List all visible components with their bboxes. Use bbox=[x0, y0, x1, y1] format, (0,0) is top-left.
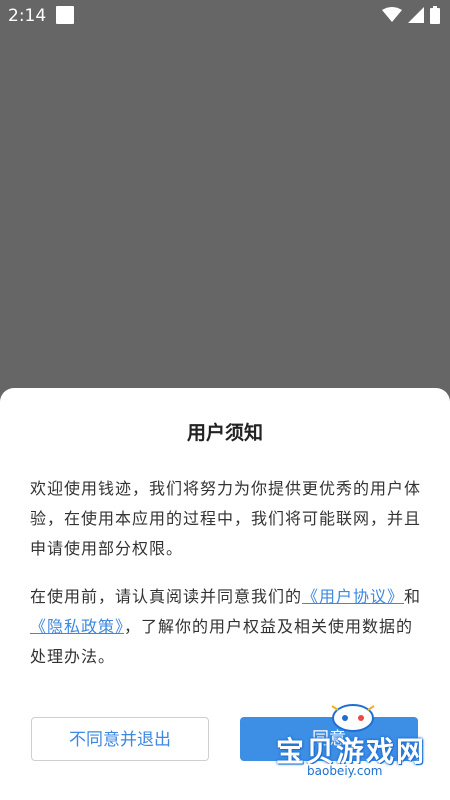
user-agreement-link[interactable]: 《用户协议》 bbox=[302, 587, 404, 606]
status-time: 2:14 bbox=[8, 6, 47, 26]
watermark-logo: 宝贝游戏网 baobeiy.com bbox=[268, 700, 438, 788]
notification-icon bbox=[56, 6, 74, 24]
wifi-icon bbox=[382, 7, 402, 22]
watermark-url: baobeiy.com bbox=[304, 764, 386, 778]
disagree-exit-button[interactable]: 不同意并退出 bbox=[31, 717, 209, 761]
agreement-and: 和 bbox=[404, 587, 422, 606]
status-bar: 2:14 bbox=[0, 0, 450, 30]
agreement-prefix: 在使用前，请认真阅读并同意我们的 bbox=[30, 587, 303, 606]
battery-icon bbox=[430, 6, 440, 24]
gamepad-icon bbox=[331, 704, 375, 732]
notice-paragraph-agreement: 在使用前，请认真阅读并同意我们的《用户协议》和《隐私政策》，了解你的用户权益及相… bbox=[30, 582, 422, 672]
privacy-policy-link[interactable]: 《隐私政策》 bbox=[30, 617, 124, 636]
dialog-title: 用户须知 bbox=[186, 422, 263, 444]
status-icons bbox=[382, 6, 440, 24]
notice-paragraph-welcome: 欢迎使用钱迹，我们将努力为你提供更优秀的用户体验，在使用本应用的过程中，我们将可… bbox=[30, 479, 422, 558]
signal-icon bbox=[408, 7, 424, 23]
